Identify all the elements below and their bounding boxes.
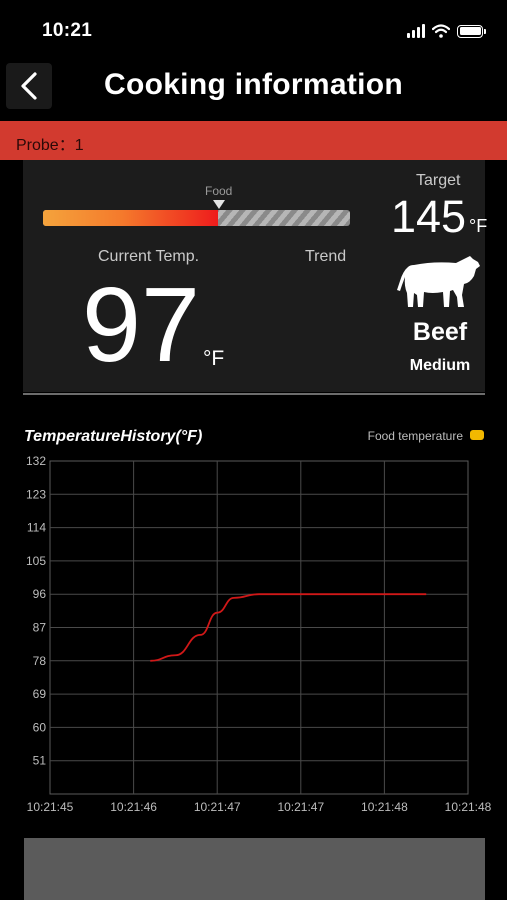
trend-label: Trend bbox=[305, 248, 347, 265]
x-tick-label: 10:21:48 bbox=[445, 800, 492, 814]
cow-icon bbox=[397, 256, 480, 307]
y-tick-label: 69 bbox=[33, 687, 47, 701]
x-tick-label: 10:21:48 bbox=[361, 800, 408, 814]
temperature-progress-fill bbox=[43, 210, 218, 226]
y-tick-label: 87 bbox=[33, 621, 47, 635]
y-tick-label: 51 bbox=[33, 754, 47, 768]
page-title: Cooking information bbox=[103, 68, 403, 101]
x-tick-label: 10:21:47 bbox=[277, 800, 324, 814]
doneness-level: Medium bbox=[409, 357, 471, 374]
y-tick-label: 123 bbox=[26, 487, 46, 501]
divider bbox=[23, 393, 485, 395]
y-tick-label: 96 bbox=[33, 587, 47, 601]
probe-label: Probe：1 bbox=[16, 137, 84, 154]
y-tick-label: 60 bbox=[33, 720, 47, 734]
current-temp-value: 97 bbox=[82, 266, 200, 384]
status-icons bbox=[407, 22, 486, 40]
bottom-panel bbox=[24, 838, 485, 900]
y-tick-label: 132 bbox=[26, 454, 46, 468]
food-marker-icon bbox=[213, 200, 225, 209]
meat-name: Beef bbox=[412, 318, 468, 346]
food-marker-label: Food bbox=[205, 184, 233, 198]
legend-swatch bbox=[470, 430, 484, 440]
current-temp-label: Current Temp. bbox=[98, 248, 200, 265]
wifi-icon bbox=[432, 24, 450, 38]
x-tick-label: 10:21:45 bbox=[27, 800, 74, 814]
target-label: Target bbox=[416, 172, 461, 189]
target-temp-value: 145 bbox=[391, 191, 467, 242]
y-tick-label: 78 bbox=[33, 654, 47, 668]
y-tick-label: 114 bbox=[27, 521, 46, 535]
temperature-progress-bar bbox=[43, 210, 350, 226]
legend-label: Food temperature bbox=[367, 429, 463, 443]
temperature-history-chart: 51 60 69 78 87 96 105 114 123 132 10:21:45 10:21:46… bbox=[26, 454, 492, 814]
x-tick-label: 10:21:46 bbox=[110, 800, 157, 814]
status-time: 10:21 bbox=[42, 20, 93, 41]
signal-icon bbox=[407, 24, 425, 38]
chart-title: TemperatureHistory(°F) bbox=[24, 428, 203, 445]
current-temp-unit: °F bbox=[203, 347, 225, 370]
y-tick-label: 105 bbox=[26, 554, 46, 568]
battery-icon bbox=[457, 24, 486, 38]
x-tick-label: 10:21:47 bbox=[194, 800, 241, 814]
target-temp-unit: °F bbox=[469, 216, 488, 236]
